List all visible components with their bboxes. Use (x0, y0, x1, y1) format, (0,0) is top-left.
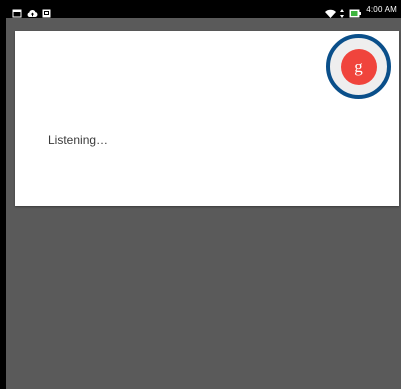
cloud-upload-icon (27, 5, 38, 17)
wifi-icon (325, 5, 337, 18)
notification-window-icon (12, 5, 22, 17)
screenshot-icon (42, 5, 52, 17)
listening-status-text: Listening… (48, 133, 109, 147)
voice-search-dialog: Listening… g (15, 31, 399, 206)
google-g-icon: g (354, 57, 363, 76)
mic-button-highlight-ring[interactable]: g (326, 34, 391, 99)
data-transfer-icon (340, 5, 345, 18)
status-bar-right: 4:00 AM (325, 4, 397, 18)
status-time: 4:00 AM (366, 4, 397, 14)
google-voice-button[interactable]: g (340, 48, 377, 85)
status-bar: 4:00 AM (6, 0, 401, 18)
status-bar-left (12, 5, 52, 17)
battery-icon (349, 5, 362, 17)
